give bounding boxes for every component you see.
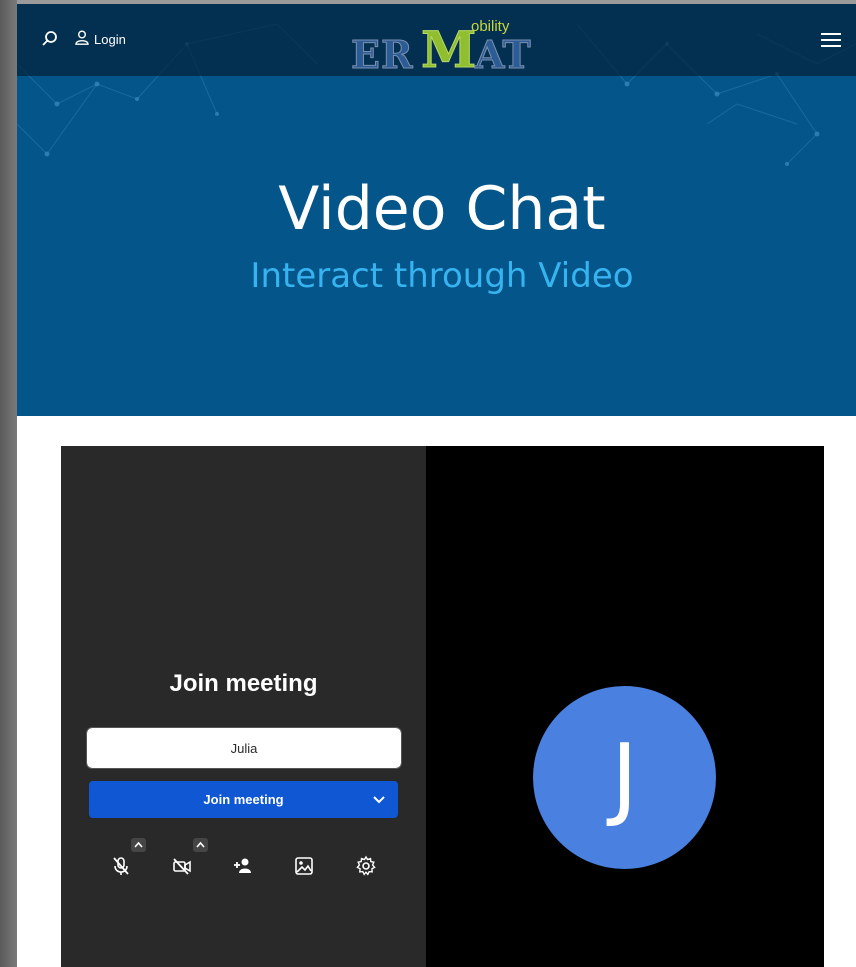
camera-off-icon[interactable] (168, 852, 196, 880)
join-meeting-title: Join meeting (169, 670, 318, 697)
logo-at: AT (475, 32, 532, 78)
join-meeting-button-label: Join meeting (203, 792, 284, 807)
logo-er: ER (351, 32, 414, 78)
prejoin-toolbar (61, 832, 426, 892)
chevron-down-icon[interactable] (372, 793, 386, 807)
microphone-options-caret-icon[interactable] (131, 838, 146, 852)
participant-avatar: J (533, 686, 716, 869)
invite-person-icon[interactable] (229, 852, 257, 880)
user-icon (75, 30, 89, 48)
page: Login ER M AT obility Video Chat Interac… (17, 0, 856, 967)
hero-banner: Login ER M AT obility Video Chat Interac… (17, 4, 856, 416)
video-chat-frame: Join meeting Join meeting (61, 446, 824, 967)
page-title: Video Chat (278, 174, 606, 244)
display-name-input[interactable] (86, 727, 402, 769)
logo-m: M (420, 20, 477, 80)
hamburger-menu-icon[interactable] (820, 31, 842, 49)
prejoin-panel: Join meeting Join meeting (61, 446, 426, 967)
search-icon[interactable] (41, 30, 59, 48)
camera-options-caret-icon[interactable] (193, 838, 208, 852)
ermat-mobility-logo[interactable]: ER M AT obility (351, 18, 537, 80)
login-label: Login (94, 31, 126, 47)
page-subtitle: Interact through Video (250, 256, 634, 296)
join-meeting-button[interactable]: Join meeting (89, 781, 398, 818)
logo-obility: obility (471, 18, 510, 35)
background-image-icon[interactable] (290, 852, 318, 880)
navbar: Login ER M AT obility (17, 4, 856, 80)
settings-gear-icon[interactable] (352, 852, 380, 880)
login-link[interactable]: Login (75, 29, 126, 49)
microphone-muted-icon[interactable] (107, 852, 135, 880)
